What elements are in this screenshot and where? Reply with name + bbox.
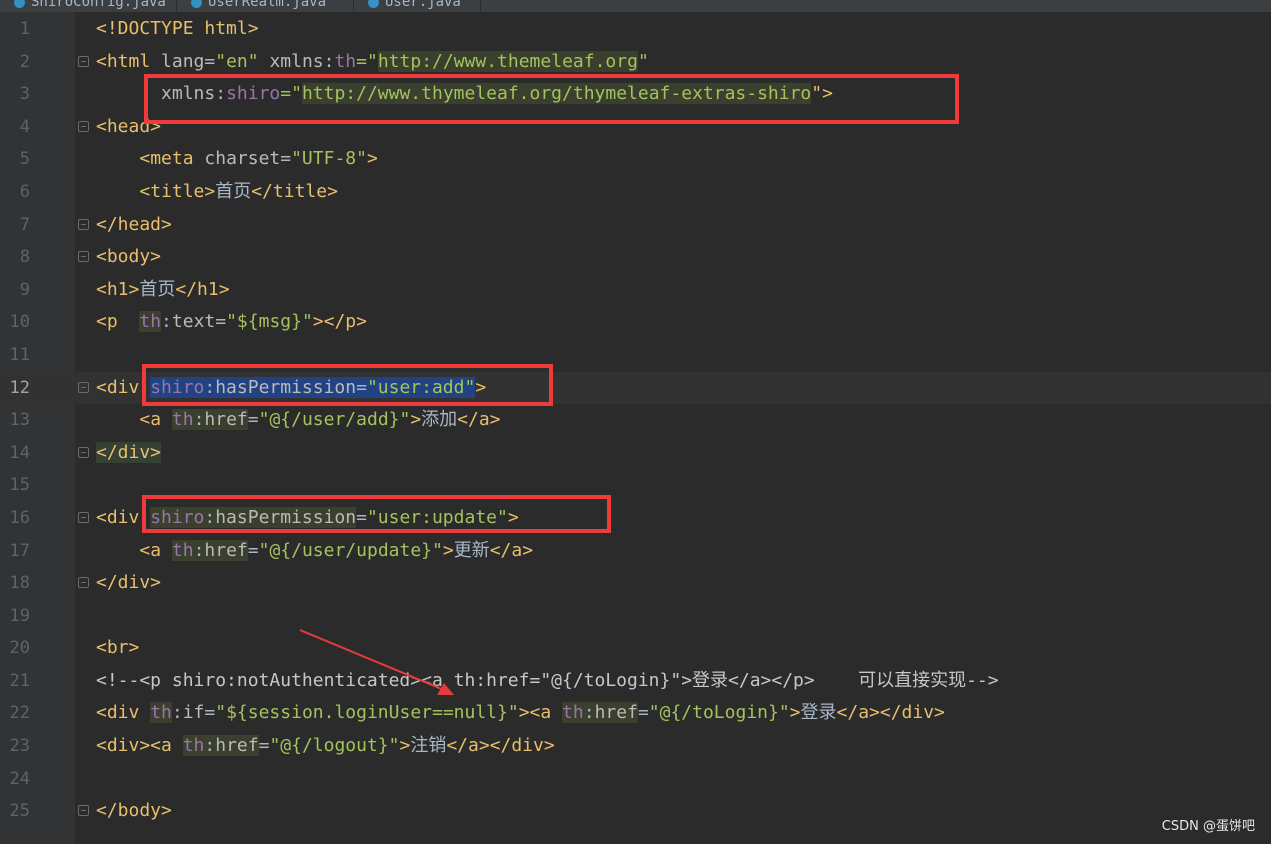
code-text: <body> [96,246,162,268]
code-text: <a th:href="@{/user/add}">添加</a> [139,409,501,431]
line-number: 6 [19,181,30,202]
code-line[interactable]: 13 <a th:href="@{/user/add}">添加</a> [0,404,1271,437]
line-number: 8 [19,247,30,268]
line-number: 12 [9,377,30,398]
tab-shiro-config[interactable]: ShiroConfig.java [0,0,177,11]
fold-toggle-icon[interactable] [78,446,89,458]
tab-user[interactable]: User.java [354,0,481,11]
line-number: 5 [19,149,30,170]
code-text: </body> [96,800,172,822]
line-number: 21 [9,670,30,691]
code-line[interactable]: 1 <!DOCTYPE html> [0,13,1271,46]
code-line[interactable]: 14 </div> [0,437,1271,470]
code-line[interactable]: 19 [0,600,1271,633]
line-number: 25 [9,801,30,822]
line-number: 7 [19,214,30,235]
watermark-text: CSDN @蛋饼吧 [1161,819,1255,834]
code-lines: 1 <!DOCTYPE html> 2 <html lang="en" xmln… [0,13,1271,828]
line-number: 1 [19,19,30,39]
fold-toggle-icon[interactable] [78,120,89,132]
code-line[interactable]: 21 <!--<p shiro:notAuthenticated><a th:h… [0,665,1271,698]
code-text: <br> [96,637,140,659]
line-number: 3 [19,84,30,105]
code-text: </div> [96,441,162,463]
tab-label: UserRealm.java [208,0,327,10]
code-line[interactable]: 22 <div th:if="${session.loginUser==null… [0,697,1271,730]
code-line[interactable]: 17 <a th:href="@{/user/update}">更新</a> [0,535,1271,568]
line-number: 18 [9,573,30,594]
code-text: <!--<p shiro:notAuthenticated><a th:href… [96,669,999,691]
code-line[interactable]: 10 <p th:text="${msg}"></p> [0,306,1271,339]
line-number: 24 [9,768,30,789]
line-number: 10 [9,312,30,333]
fold-toggle-icon[interactable] [78,55,89,67]
code-line[interactable]: 5 <meta charset="UTF-8"> [0,143,1271,176]
fold-toggle-icon[interactable] [78,805,89,817]
tab-label: User.java [385,0,461,10]
code-line[interactable]: 6 <title>首页</title> [0,176,1271,209]
code-line[interactable]: 24 [0,763,1271,796]
code-line[interactable]: 25 </body> [0,795,1271,828]
line-number: 13 [9,410,30,431]
line-number: 2 [19,51,30,72]
line-number: 16 [9,507,30,528]
code-text: <p th:text="${msg}"></p> [96,311,367,333]
code-text: <a th:href="@{/user/update}">更新</a> [139,539,534,561]
code-line[interactable]: 18 </div> [0,567,1271,600]
fold-toggle-icon[interactable] [78,251,89,263]
annotation-box-has-permission-update [142,495,611,533]
line-number: 15 [9,475,30,496]
code-text: <title>首页</title> [139,180,338,202]
line-number: 23 [9,736,30,757]
java-class-icon [14,0,25,8]
code-line[interactable]: 8 <body> [0,241,1271,274]
line-number: 22 [9,703,30,724]
code-text: <h1>首页</h1> [96,278,230,300]
line-number: 11 [9,344,30,365]
tab-label: ShiroConfig.java [31,0,166,10]
fold-toggle-icon[interactable] [78,381,89,393]
fold-toggle-icon[interactable] [78,218,89,230]
line-number: 17 [9,540,30,561]
fold-toggle-icon[interactable] [78,577,89,589]
code-text: </div> [96,572,162,594]
tab-user-realm[interactable]: UserRealm.java [177,0,354,11]
code-line[interactable]: 9 <h1>首页</h1> [0,274,1271,307]
annotation-box-has-permission-add [142,364,553,406]
annotation-box-shiro-namespace [144,74,959,124]
line-number: 9 [19,279,30,300]
code-text: <meta charset="UTF-8"> [139,148,378,170]
line-number: 19 [9,605,30,626]
line-number: 14 [9,442,30,463]
code-text: <div><a th:href="@{/logout}">注销</a></div… [96,735,555,757]
fold-toggle-icon[interactable] [78,511,89,523]
code-line[interactable]: 20 <br> [0,632,1271,665]
line-number: 4 [19,116,30,137]
code-line[interactable]: 7 </head> [0,209,1271,242]
java-class-icon [191,0,202,8]
code-text: <div th:if="${session.loginUser==null}">… [96,702,945,724]
line-number: 20 [9,638,30,659]
code-line[interactable]: 23 <div><a th:href="@{/logout}">注销</a></… [0,730,1271,763]
code-text: <!DOCTYPE html> [96,18,259,39]
code-text: </head> [96,213,172,235]
java-class-icon [368,0,379,8]
